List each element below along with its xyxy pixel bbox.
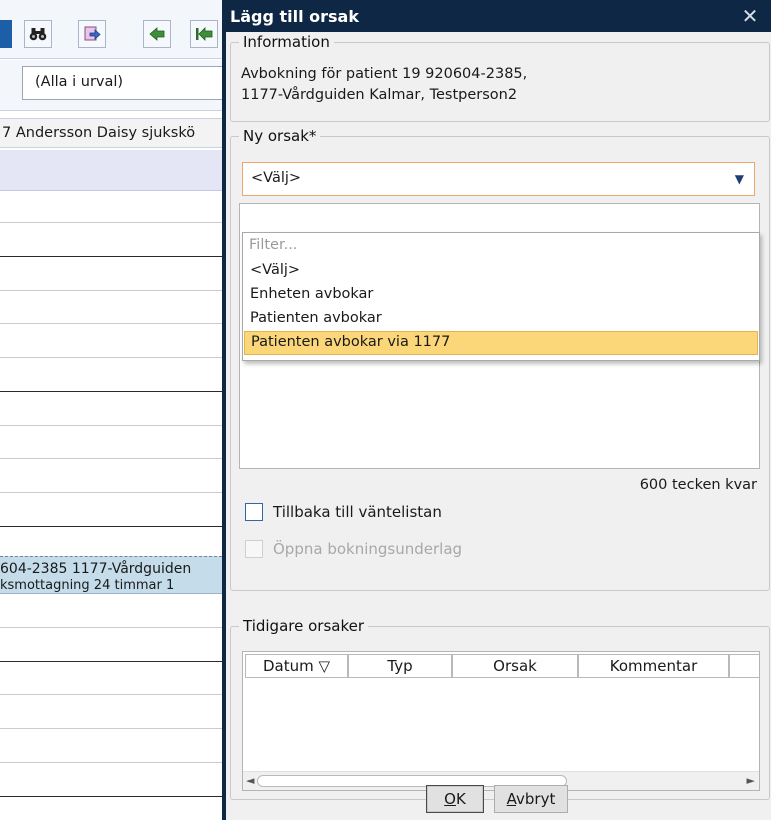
schedule-gridline bbox=[0, 222, 222, 223]
ok-mnemonic: O bbox=[444, 790, 456, 808]
filter-value: (Alla i urval) bbox=[35, 74, 124, 90]
schedule-gridline bbox=[0, 323, 222, 324]
add-reason-dialog: Lägg till orsak ✕ Information Avbokning … bbox=[222, 0, 771, 820]
column-header-comment[interactable]: Kommentar bbox=[578, 654, 729, 678]
selection-filter-dropdown[interactable]: (Alla i urval) bbox=[22, 66, 222, 100]
column-header-reason[interactable]: Orsak bbox=[452, 654, 578, 678]
dialog-body: Information Avbokning för patient 19 920… bbox=[226, 32, 771, 820]
booking-block[interactable]: 604-2385 1177-Vårdguiden ksmottagning 24… bbox=[0, 556, 222, 594]
binoculars-search-icon[interactable] bbox=[24, 20, 52, 48]
previous-reasons-table[interactable]: Datum ▽ Typ Orsak Kommentar ◄ ► bbox=[242, 651, 760, 791]
booking-basis-checkbox-row: Öppna bokningsunderlag bbox=[245, 540, 462, 558]
information-legend: Information bbox=[239, 33, 334, 51]
first-arrow-icon[interactable] bbox=[190, 20, 218, 48]
cancel-mnemonic: A bbox=[506, 790, 517, 808]
scroll-left-icon[interactable]: ◄ bbox=[246, 774, 254, 787]
cancel-label: vbryt bbox=[516, 790, 556, 808]
export-icon[interactable] bbox=[78, 20, 106, 48]
dropdown-option-patient-cancels[interactable]: Patienten avbokar bbox=[244, 307, 758, 331]
schedule-gridline bbox=[0, 762, 222, 763]
selected-schedule-row[interactable] bbox=[0, 150, 222, 191]
previous-arrow-icon[interactable] bbox=[143, 20, 171, 48]
reason-dropdown[interactable]: <Välj> ▼ bbox=[242, 162, 755, 196]
column-header-extra[interactable] bbox=[729, 654, 759, 678]
close-icon[interactable]: ✕ bbox=[739, 5, 761, 27]
cancel-button[interactable]: Avbryt bbox=[494, 785, 568, 813]
staff-column-header: 7 Andersson Daisy sjukskö bbox=[0, 118, 222, 148]
scroll-right-icon[interactable]: ► bbox=[747, 774, 755, 787]
ok-label: K bbox=[455, 790, 466, 808]
information-line2: 1177-Vårdguiden Kalmar, Testperson2 bbox=[241, 87, 518, 103]
waitlist-checkbox-row[interactable]: Tillbaka till väntelistan bbox=[245, 503, 442, 521]
schedule-hour-line bbox=[0, 796, 222, 797]
reason-dropdown-list: Filter... <Välj> Enheten avbokar Patient… bbox=[242, 232, 760, 361]
characters-left-counter: 600 tecken kvar bbox=[639, 477, 757, 493]
previous-reasons-legend: Tidigare orsaker bbox=[239, 617, 369, 635]
new-reason-group: Ny orsak* <Välj> ▼ 600 tecken kvar Tillb… bbox=[230, 127, 770, 591]
schedule-hour-line bbox=[0, 661, 222, 662]
dialog-title: Lägg till orsak bbox=[230, 7, 359, 26]
schedule-gridline bbox=[0, 492, 222, 493]
waitlist-checkbox[interactable] bbox=[245, 503, 263, 521]
information-group: Information Avbokning för patient 19 920… bbox=[230, 33, 770, 122]
booking-text-line2: ksmottagning 24 timmar 1 bbox=[0, 578, 175, 593]
dropdown-option-unit-cancels[interactable]: Enheten avbokar bbox=[244, 283, 758, 307]
schedule-hour-line bbox=[0, 391, 222, 392]
schedule-gridline bbox=[0, 425, 222, 426]
waitlist-checkbox-label[interactable]: Tillbaka till väntelistan bbox=[273, 503, 442, 521]
schedule-gridline bbox=[0, 357, 222, 358]
new-reason-legend: Ny orsak* bbox=[239, 127, 321, 145]
schedule-gridline bbox=[0, 458, 222, 459]
schedule-gridline bbox=[0, 694, 222, 695]
background-application: (Alla i urval) 7 Andersson Daisy sjukskö… bbox=[0, 0, 222, 820]
schedule-gridline bbox=[0, 627, 222, 628]
dropdown-filter-input[interactable]: Filter... bbox=[249, 237, 297, 253]
dropdown-arrow-icon[interactable]: ▼ bbox=[735, 172, 744, 186]
booking-basis-checkbox bbox=[245, 540, 263, 558]
schedule-hour-line bbox=[0, 256, 222, 257]
previous-reasons-group: Tidigare orsaker Datum ▽ Typ Orsak Komme… bbox=[230, 617, 770, 800]
schedule-gridline bbox=[0, 728, 222, 729]
dropdown-option-select[interactable]: <Välj> bbox=[244, 259, 758, 283]
background-toolbar bbox=[0, 0, 222, 59]
column-header-date[interactable]: Datum ▽ bbox=[245, 654, 348, 678]
schedule-gridline bbox=[0, 290, 222, 291]
dropdown-option-patient-cancels-via-1177[interactable]: Patienten avbokar via 1177 bbox=[244, 331, 758, 355]
schedule-hour-line bbox=[0, 526, 222, 527]
booking-text-line1: 604-2385 1177-Vårdguiden bbox=[0, 561, 192, 577]
information-line1: Avbokning för patient 19 920604-2385, bbox=[241, 66, 528, 82]
ok-button[interactable]: OK bbox=[426, 785, 484, 813]
reason-selected-value: <Välj> bbox=[251, 170, 302, 186]
booking-basis-checkbox-label: Öppna bokningsunderlag bbox=[273, 540, 463, 558]
toolbar-button-partial[interactable] bbox=[0, 20, 12, 48]
background-filter-bar: (Alla i urval) bbox=[0, 60, 222, 111]
column-header-type[interactable]: Typ bbox=[348, 654, 452, 678]
